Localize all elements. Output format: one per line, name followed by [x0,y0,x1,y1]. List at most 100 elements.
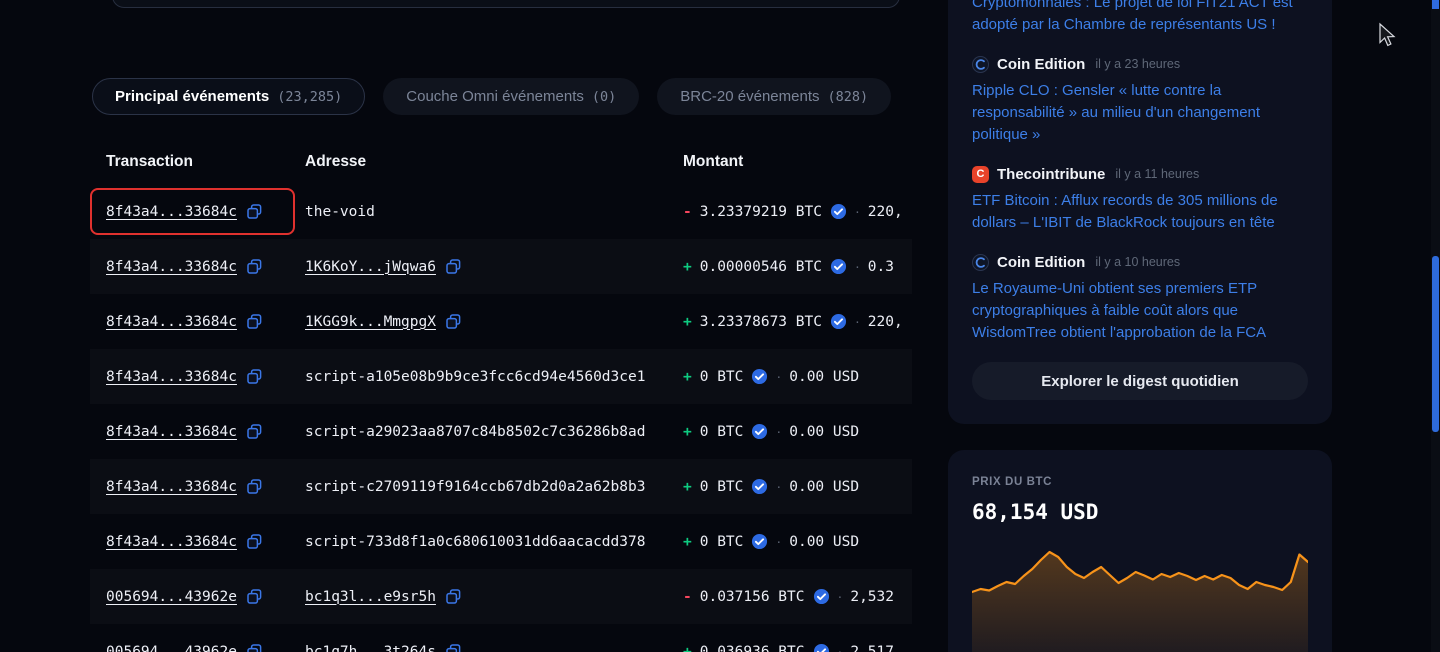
table-row: 8f43a4...33684c 1KGG9k...MmgpgX + 3.2337… [90,294,912,349]
verified-icon [751,368,768,385]
amount-sign: + [683,259,692,275]
column-header-address: Adresse [305,153,683,171]
transaction-link[interactable]: 8f43a4...33684c [106,259,237,275]
amount-sign: + [683,644,692,652]
amount-sign: + [683,369,692,385]
amount-btc: 0 BTC [700,424,744,440]
amount-btc: 0 BTC [700,534,744,550]
address-link[interactable]: bc1q7h...3t264s [305,644,436,652]
transaction-cell: 005694...43962e [90,569,305,624]
transaction-link[interactable]: 8f43a4...33684c [106,314,237,330]
news-list: Cryptomonnaies : Le projet de loi FIT21 … [972,0,1308,344]
event-tabs: Principal événements (23,285) Couche Omn… [92,78,891,115]
transaction-link[interactable]: 8f43a4...33684c [106,479,237,495]
verified-icon [751,533,768,550]
amount-usd: 2,517 [850,644,894,652]
transaction-link[interactable]: 005694...43962e [106,644,237,652]
tab-omni-events[interactable]: Couche Omni événements (0) [383,78,639,115]
events-table: Transaction Adresse Montant 8f43a4...336… [90,140,912,652]
amount-btc: 0.036936 BTC [700,644,805,652]
separator-dot: · [776,479,781,495]
news-panel: Cryptomonnaies : Le projet de loi FIT21 … [948,0,1332,424]
transaction-cell: 8f43a4...33684c [90,239,305,294]
copy-icon[interactable] [247,589,263,605]
news-headline-link[interactable]: Ripple CLO : Gensler « lutte contre la r… [972,80,1308,146]
amount-cell: - 3.23379219 BTC · 220, [683,184,912,239]
address-text: script-a29023aa8707c84b8502c7c36286b8ad [305,424,645,440]
amount-sign: + [683,424,692,440]
btc-price-chart [972,540,1308,652]
copy-icon[interactable] [247,644,263,652]
scrollbar[interactable] [1431,0,1440,652]
copy-icon[interactable] [247,204,263,220]
transaction-cell: 8f43a4...33684c [90,514,305,569]
column-header-transaction: Transaction [90,153,305,171]
address-cell: 1KGG9k...MmgpgX [305,294,683,349]
news-headline-link[interactable]: Le Royaume-Uni obtient ses premiers ETP … [972,278,1308,344]
verified-icon [830,203,847,220]
verified-icon [751,423,768,440]
amount-btc: 3.23379219 BTC [700,204,822,220]
news-timestamp: il y a 23 heures [1095,57,1180,71]
amount-usd: 0.3 [868,259,894,275]
search-input[interactable] [112,0,900,8]
table-row: 8f43a4...33684c 1K6KoY...jWqwa6 + 0.0000… [90,239,912,294]
explore-digest-button[interactable]: Explorer le digest quotidien [972,362,1308,400]
news-headline-link[interactable]: Cryptomonnaies : Le projet de loi FIT21 … [972,0,1308,36]
amount-btc: 3.23378673 BTC [700,314,822,330]
tab-count: (0) [592,89,616,105]
news-item: Cryptomonnaies : Le projet de loi FIT21 … [972,0,1308,36]
copy-icon[interactable] [247,424,263,440]
separator-dot: · [776,369,781,385]
address-link[interactable]: 1KGG9k...MmgpgX [305,314,436,330]
separator-dot: · [838,644,843,652]
copy-icon[interactable] [446,589,462,605]
copy-icon[interactable] [247,479,263,495]
address-cell: script-a105e08b9b9ce3fcc6cd94e4560d3ce1 [305,349,683,404]
copy-icon[interactable] [446,259,462,275]
tab-count: (23,285) [277,89,342,105]
btc-price-panel: PRIX DU BTC 68,154 USD [948,450,1332,652]
address-cell: 1K6KoY...jWqwa6 [305,239,683,294]
tab-brc20-events[interactable]: BRC-20 événements (828) [657,78,891,115]
copy-icon[interactable] [446,314,462,330]
tab-count: (828) [827,89,868,105]
scrollbar-top-cap[interactable] [1432,0,1439,9]
coin-edition-icon [972,56,989,73]
transaction-link[interactable]: 005694...43962e [106,589,237,605]
transaction-link[interactable]: 8f43a4...33684c [106,534,237,550]
transaction-link[interactable]: 8f43a4...33684c [106,204,237,220]
copy-icon[interactable] [247,369,263,385]
tab-principal-events[interactable]: Principal événements (23,285) [92,78,365,115]
table-row: 8f43a4...33684c the-void - 3.23379219 BT… [90,184,912,239]
verified-icon [813,588,830,605]
copy-icon[interactable] [247,259,263,275]
amount-btc: 0.037156 BTC [700,589,805,605]
separator-dot: · [838,589,843,605]
verified-icon [813,643,830,652]
amount-cell: + 0 BTC · 0.00 USD [683,349,912,404]
amount-sign: - [683,204,692,220]
scrollbar-thumb[interactable] [1432,256,1439,432]
coin-edition-icon [972,254,989,271]
amount-usd: 220, [868,314,903,330]
address-link[interactable]: bc1q3l...e9sr5h [305,589,436,605]
transaction-link[interactable]: 8f43a4...33684c [106,369,237,385]
news-item: Coin Edition il y a 10 heures Le Royaume… [972,252,1308,344]
news-headline-link[interactable]: ETF Bitcoin : Afflux records de 305 mill… [972,190,1308,234]
amount-cell: + 3.23378673 BTC · 220, [683,294,912,349]
copy-icon[interactable] [247,534,263,550]
transaction-link[interactable]: 8f43a4...33684c [106,424,237,440]
amount-cell: + 0 BTC · 0.00 USD [683,459,912,514]
address-cell: the-void [305,184,683,239]
address-link[interactable]: 1K6KoY...jWqwa6 [305,259,436,275]
news-item: Coin Edition il y a 23 heures Ripple CLO… [972,54,1308,146]
news-source-name: Coin Edition [997,254,1085,271]
separator-dot: · [776,424,781,440]
verified-icon [830,258,847,275]
tab-label: Principal événements [115,88,269,105]
address-cell: bc1q3l...e9sr5h [305,569,683,624]
mouse-cursor [1377,22,1399,48]
copy-icon[interactable] [446,644,462,652]
copy-icon[interactable] [247,314,263,330]
